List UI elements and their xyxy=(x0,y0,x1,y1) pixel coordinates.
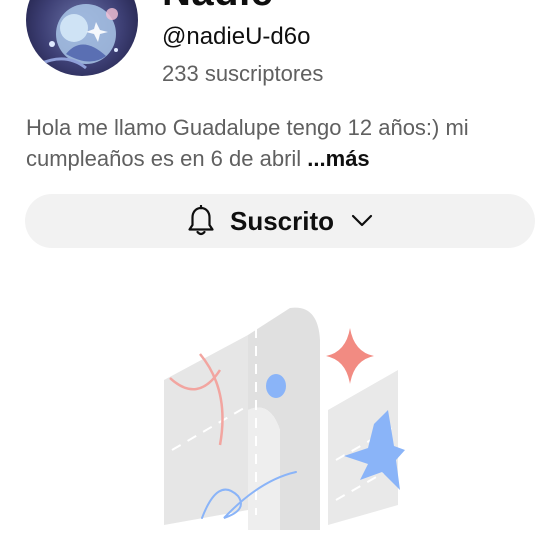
empty-channel-illustration xyxy=(160,300,405,530)
more-link[interactable]: ...más xyxy=(307,146,369,171)
subscriber-count: 233 suscriptores xyxy=(162,61,324,86)
chevron-down-icon xyxy=(350,209,374,233)
avatar-image xyxy=(26,0,138,76)
channel-name: Nadie xyxy=(162,0,273,14)
avatar[interactable] xyxy=(26,0,138,76)
channel-description[interactable]: Hola me llamo Guadalupe tengo 12 años:) … xyxy=(26,112,536,174)
subscribed-button[interactable]: Suscrito xyxy=(25,194,535,248)
subscribe-label: Suscrito xyxy=(229,205,335,236)
description-text: Hola me llamo Guadalupe tengo 12 años:) … xyxy=(26,115,469,171)
channel-handle: @nadieU-d6o xyxy=(162,23,311,50)
channel-page: Nadie @nadieU-d6o 233 suscriptores Hola … xyxy=(0,0,560,560)
bell-icon xyxy=(186,205,216,237)
